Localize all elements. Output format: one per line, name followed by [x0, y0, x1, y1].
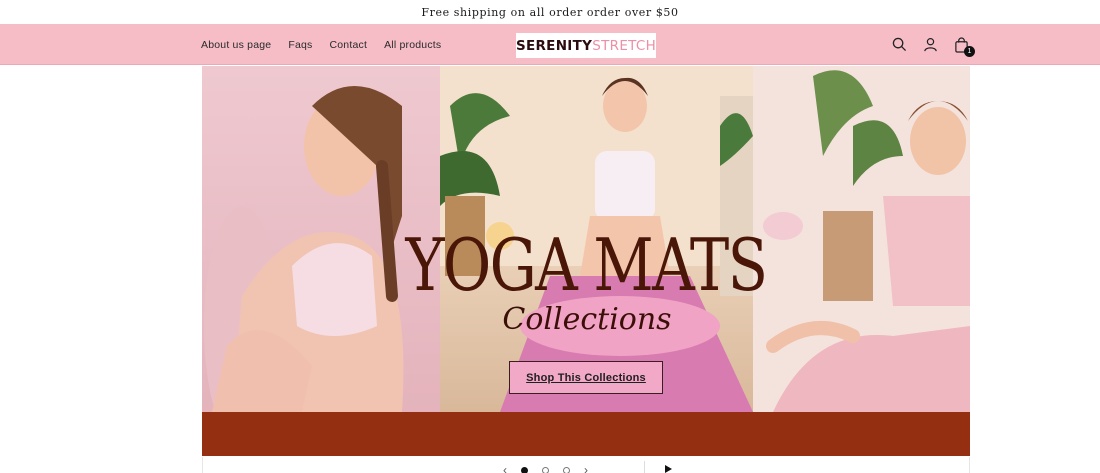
slider-nav: ‹ › — [503, 463, 588, 473]
logo-part-stretch: STRETCH — [592, 37, 657, 54]
slide-dot-3[interactable] — [563, 466, 570, 473]
announcement-bar: Free shipping on all order order over $5… — [0, 0, 1100, 24]
hero-color-band — [202, 412, 970, 456]
nav-about[interactable]: About us page — [201, 39, 271, 51]
play-icon[interactable] — [665, 465, 672, 473]
nav-faqs[interactable]: Faqs — [288, 39, 312, 51]
hero-subtitle: Collections — [502, 302, 672, 337]
header-icons: 1 — [891, 24, 975, 65]
site-header: About us page Faqs Contact All products … — [0, 24, 1100, 65]
slider-divider — [644, 461, 645, 473]
site-logo[interactable]: SERENITY STRETCH — [516, 33, 656, 58]
cart-icon[interactable]: 1 — [953, 36, 975, 57]
main-nav: About us page Faqs Contact All products — [201, 24, 441, 65]
search-icon[interactable] — [891, 36, 908, 53]
shop-collection-button[interactable]: Shop This Collections — [509, 361, 663, 394]
next-slide-button[interactable]: › — [584, 463, 588, 473]
slide-dot-1[interactable] — [521, 466, 528, 473]
nav-all-products[interactable]: All products — [384, 39, 441, 51]
account-icon[interactable] — [922, 36, 939, 53]
hero-title: YOGA MATS — [405, 223, 769, 307]
prev-slide-button[interactable]: ‹ — [503, 463, 507, 473]
slide-dot-2[interactable] — [542, 466, 549, 473]
cart-count-badge: 1 — [964, 46, 975, 57]
hero-slideshow: YOGA MATS Collections Shop This Collecti… — [202, 66, 970, 412]
slider-controls: ‹ › — [202, 457, 970, 473]
announcement-text: Free shipping on all order order over $5… — [421, 5, 679, 19]
nav-contact[interactable]: Contact — [329, 39, 367, 51]
logo-part-serenity: SERENITY — [515, 37, 593, 54]
